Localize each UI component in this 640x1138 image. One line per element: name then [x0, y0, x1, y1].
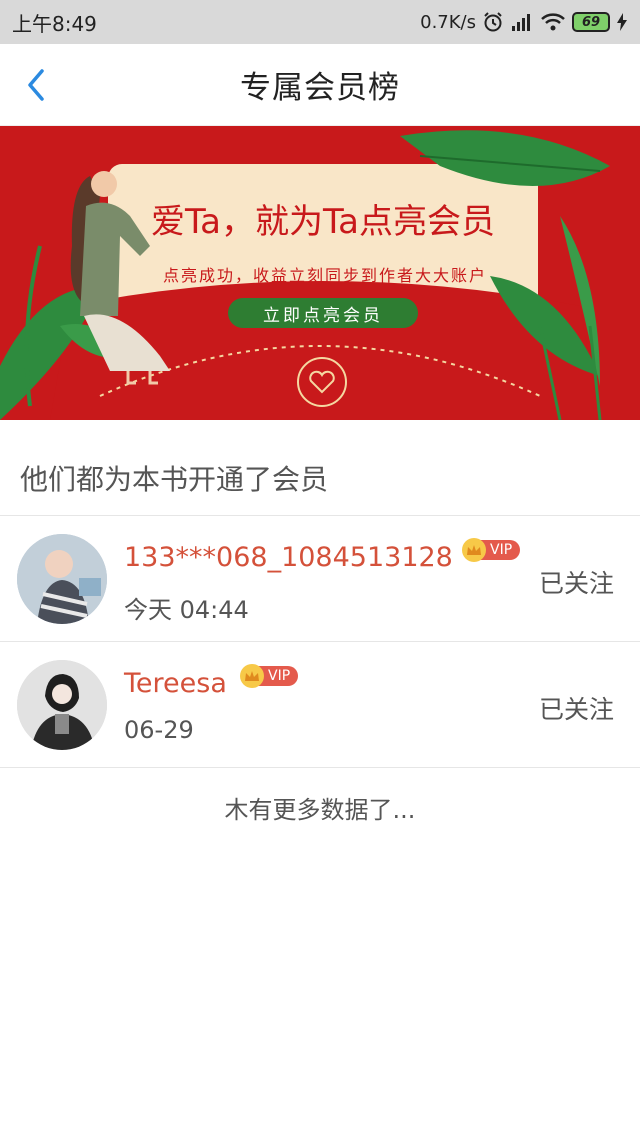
status-time: 上午8:49 [12, 11, 97, 36]
wifi-icon [540, 12, 566, 32]
back-button[interactable] [14, 62, 58, 108]
divider [0, 767, 640, 768]
top-app-bar: 专属会员榜 [0, 44, 640, 126]
vip-label: VIP [258, 666, 299, 686]
follow-status[interactable]: 已关注 [539, 690, 614, 726]
section-title: 他们都为本书开通了会员 [20, 463, 329, 496]
banner-subtext: 点亮成功，收益立刻同步到作者大大账户 [162, 266, 487, 285]
signal-icon [510, 12, 534, 32]
member-row[interactable]: Tereesa VIP 06-29 已关注 [0, 642, 640, 768]
chevron-left-icon [28, 69, 44, 101]
crown-icon [240, 664, 264, 688]
avatar[interactable] [17, 660, 107, 750]
member-name[interactable]: Tereesa [124, 668, 227, 699]
member-join-time: 06-29 [124, 716, 194, 744]
membership-banner[interactable]: 爱Ta，就为Ta点亮会员 点亮成功，收益立刻同步到作者大大账户 立即点亮会员 [0, 126, 640, 420]
member-join-time: 今天 04:44 [124, 596, 249, 624]
status-icons: 0.7K/s 69 [420, 11, 628, 33]
network-speed: 0.7K/s [420, 11, 476, 33]
vip-badge: VIP [462, 538, 521, 562]
no-more-data-text: 木有更多数据了... [224, 796, 416, 824]
member-row[interactable]: 133***068_1084513128 VIP 今天 04:44 已关注 [0, 516, 640, 642]
avatar[interactable] [17, 534, 107, 624]
follow-status[interactable]: 已关注 [539, 564, 614, 600]
status-bar: 上午8:49 0.7K/s 69 [0, 0, 640, 44]
vip-badge: VIP [240, 664, 299, 688]
crown-icon [462, 538, 486, 562]
vip-label: VIP [480, 540, 521, 560]
alarm-icon [482, 11, 504, 33]
banner-headline: 爱Ta，就为Ta点亮会员 [151, 202, 495, 242]
member-name[interactable]: 133***068_1084513128 [124, 542, 453, 573]
light-up-membership-button[interactable]: 立即点亮会员 [228, 298, 418, 328]
charging-icon [616, 12, 628, 32]
battery-icon: 69 [572, 12, 610, 32]
page-title: 专属会员榜 [240, 70, 400, 106]
